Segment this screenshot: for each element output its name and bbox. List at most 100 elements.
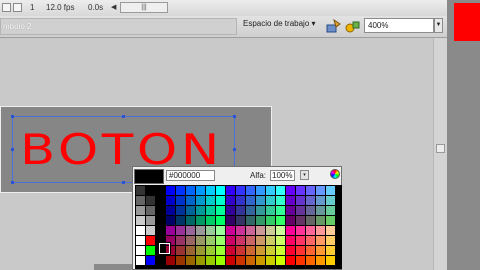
- color-swatch[interactable]: [176, 236, 185, 245]
- color-swatch[interactable]: [236, 226, 245, 235]
- color-swatch[interactable]: [146, 246, 155, 255]
- edit-scene-icon[interactable]: [325, 18, 342, 34]
- color-swatch[interactable]: [256, 186, 265, 195]
- color-swatch[interactable]: [196, 186, 205, 195]
- color-wheel-icon[interactable]: [330, 169, 340, 179]
- color-swatch[interactable]: [246, 236, 255, 245]
- color-swatch[interactable]: [226, 236, 235, 245]
- color-swatch[interactable]: [276, 246, 285, 255]
- color-swatch[interactable]: [226, 246, 235, 255]
- color-swatch[interactable]: [236, 186, 245, 195]
- color-swatch[interactable]: [156, 256, 165, 265]
- color-swatch[interactable]: [166, 186, 175, 195]
- color-swatch[interactable]: [326, 186, 335, 195]
- color-swatch[interactable]: [216, 206, 225, 215]
- color-swatch[interactable]: [226, 216, 235, 225]
- color-swatch[interactable]: [196, 246, 205, 255]
- center-frame-icon[interactable]: [2, 3, 11, 12]
- color-swatch[interactable]: [176, 256, 185, 265]
- color-swatch[interactable]: [236, 216, 245, 225]
- color-swatch[interactable]: [196, 216, 205, 225]
- color-swatch[interactable]: [326, 236, 335, 245]
- transform-handle[interactable]: [122, 181, 125, 184]
- color-swatch[interactable]: [166, 196, 175, 205]
- color-swatch[interactable]: [276, 216, 285, 225]
- color-swatch[interactable]: [176, 196, 185, 205]
- color-swatch[interactable]: [306, 256, 315, 265]
- color-swatch[interactable]: [246, 226, 255, 235]
- color-swatch[interactable]: [216, 196, 225, 205]
- color-swatch[interactable]: [306, 246, 315, 255]
- color-swatch[interactable]: [276, 256, 285, 265]
- color-swatch[interactable]: [196, 226, 205, 235]
- color-swatch[interactable]: [306, 206, 315, 215]
- color-swatch[interactable]: [296, 206, 305, 215]
- color-swatch[interactable]: [246, 206, 255, 215]
- color-swatch[interactable]: [316, 246, 325, 255]
- color-swatch[interactable]: [146, 236, 155, 245]
- color-swatch[interactable]: [146, 196, 155, 205]
- onion-skin-icon[interactable]: [13, 3, 22, 12]
- color-swatch[interactable]: [186, 236, 195, 245]
- color-swatch[interactable]: [216, 186, 225, 195]
- color-swatch[interactable]: [286, 206, 295, 215]
- color-swatch[interactable]: [246, 246, 255, 255]
- color-swatch[interactable]: [176, 186, 185, 195]
- color-swatch[interactable]: [186, 226, 195, 235]
- color-swatch[interactable]: [296, 256, 305, 265]
- color-swatch[interactable]: [136, 206, 145, 215]
- color-swatch[interactable]: [166, 216, 175, 225]
- color-swatch[interactable]: [196, 236, 205, 245]
- color-swatch[interactable]: [316, 196, 325, 205]
- color-swatch[interactable]: [306, 226, 315, 235]
- color-swatch[interactable]: [236, 246, 245, 255]
- color-swatch[interactable]: [306, 196, 315, 205]
- color-swatch[interactable]: [176, 216, 185, 225]
- color-swatch[interactable]: [146, 226, 155, 235]
- chevron-down-icon[interactable]: ▼: [434, 18, 443, 33]
- transform-handle[interactable]: [122, 115, 125, 118]
- color-swatch[interactable]: [266, 216, 275, 225]
- color-swatch[interactable]: [176, 246, 185, 255]
- color-swatch[interactable]: [326, 246, 335, 255]
- color-swatch[interactable]: [186, 186, 195, 195]
- color-swatch[interactable]: [316, 236, 325, 245]
- transform-handle[interactable]: [11, 148, 14, 151]
- transform-handle[interactable]: [233, 148, 236, 151]
- color-swatch[interactable]: [256, 196, 265, 205]
- color-swatch[interactable]: [136, 236, 145, 245]
- zoom-select[interactable]: 400%: [364, 18, 434, 33]
- color-swatch[interactable]: [156, 196, 165, 205]
- color-swatch[interactable]: [156, 186, 165, 195]
- color-swatch[interactable]: [246, 196, 255, 205]
- swatch-grid[interactable]: [135, 185, 342, 269]
- color-swatch[interactable]: [296, 246, 305, 255]
- color-swatch[interactable]: [286, 216, 295, 225]
- color-swatch[interactable]: [206, 256, 215, 265]
- vertical-scrollbar[interactable]: [433, 38, 447, 270]
- color-swatch[interactable]: [256, 246, 265, 255]
- color-swatch[interactable]: [266, 186, 275, 195]
- transform-handle[interactable]: [233, 115, 236, 118]
- color-swatch[interactable]: [196, 256, 205, 265]
- color-swatch[interactable]: [266, 226, 275, 235]
- edit-symbol-icon[interactable]: [344, 18, 361, 34]
- color-swatch[interactable]: [246, 216, 255, 225]
- color-swatch[interactable]: [196, 206, 205, 215]
- color-swatch[interactable]: [306, 186, 315, 195]
- color-swatch[interactable]: [326, 206, 335, 215]
- timeline-scrollbar[interactable]: |||: [120, 2, 168, 13]
- color-swatch[interactable]: [306, 236, 315, 245]
- color-swatch[interactable]: [226, 196, 235, 205]
- color-swatch[interactable]: [276, 186, 285, 195]
- color-swatch[interactable]: [196, 196, 205, 205]
- color-swatch[interactable]: [186, 206, 195, 215]
- color-swatch[interactable]: [136, 256, 145, 265]
- color-swatch[interactable]: [256, 206, 265, 215]
- color-swatch[interactable]: [206, 236, 215, 245]
- color-swatch[interactable]: [296, 236, 305, 245]
- color-swatch[interactable]: [296, 216, 305, 225]
- color-swatch[interactable]: [246, 256, 255, 265]
- hex-color-input[interactable]: #000000: [166, 170, 215, 181]
- color-swatch[interactable]: [326, 196, 335, 205]
